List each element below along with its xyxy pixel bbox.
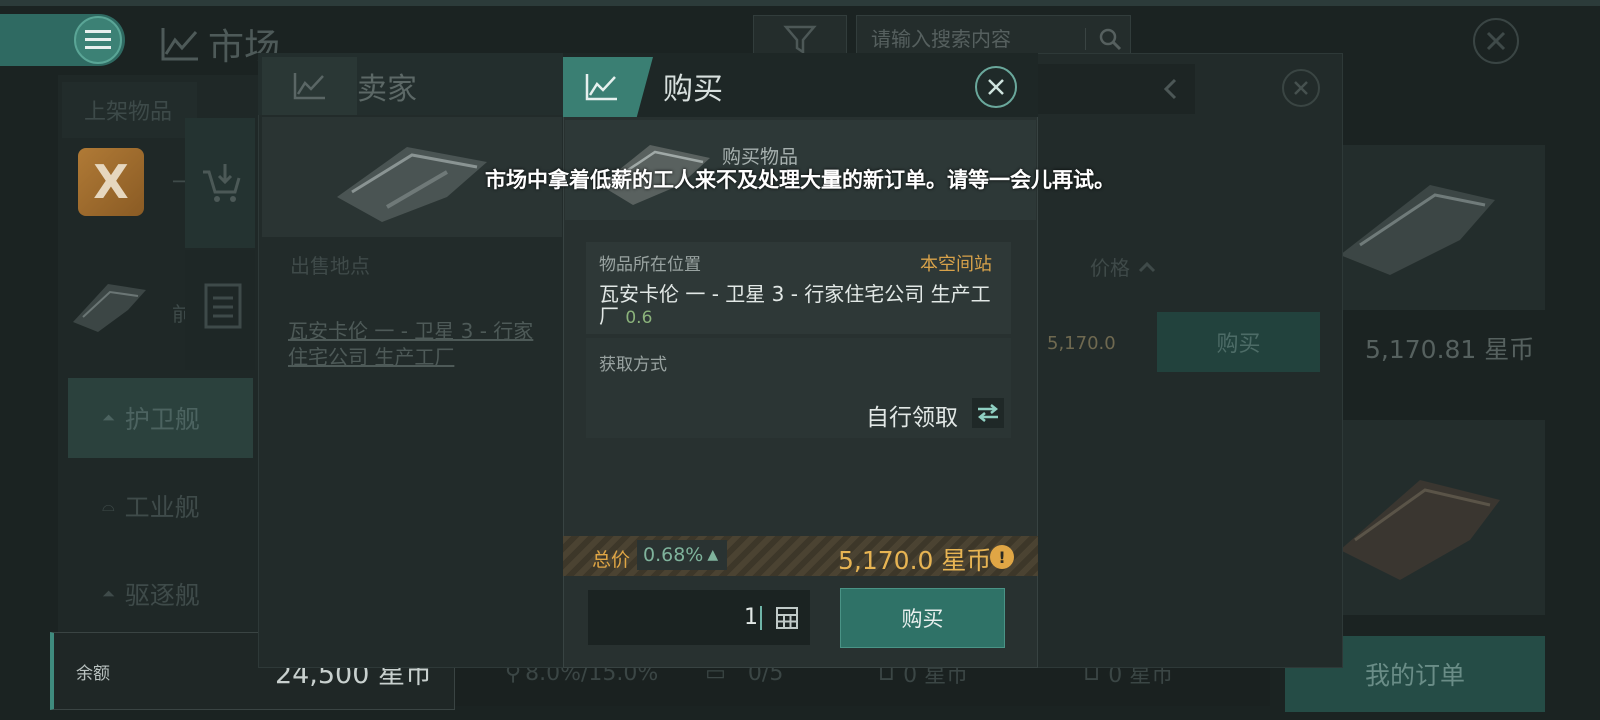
- total-value: 5,170.0 星币: [838, 546, 992, 575]
- close-icon: [1294, 81, 1308, 95]
- chart-icon: [161, 28, 198, 61]
- swap-icon: [977, 404, 999, 422]
- price-change: 0.68% ▲: [637, 540, 727, 570]
- search-input[interactable]: [869, 26, 1073, 52]
- chevron-left-icon: [1163, 78, 1177, 100]
- seller-col-price[interactable]: 价格: [1090, 252, 1156, 281]
- buy-button[interactable]: 购买: [840, 588, 1005, 648]
- balance-label: 余额: [76, 663, 110, 684]
- buy-close-button[interactable]: [975, 66, 1017, 108]
- search-divider: [1085, 28, 1086, 50]
- right-item-card[interactable]: [1320, 145, 1545, 310]
- side-tool-orders[interactable]: [185, 250, 255, 370]
- quantity-input[interactable]: [696, 604, 760, 631]
- seller-row-price: 5,170.0: [1047, 333, 1116, 354]
- toast-message: 市场中拿着低薪的工人来不及处理大量的新订单。请等一会儿再试。: [485, 168, 1115, 192]
- buy-dialog-title: 购买: [663, 72, 723, 107]
- text-caret: [760, 605, 762, 630]
- ship-icon: [73, 284, 146, 332]
- ship-icon: [1340, 480, 1500, 580]
- cart-download-icon: [203, 164, 241, 202]
- search-icon[interactable]: [1098, 27, 1122, 51]
- buy-item-label: 购买物品: [722, 146, 799, 168]
- chevron-up-icon: [1138, 261, 1156, 272]
- filter-icon: [783, 25, 817, 55]
- total-label: 总价: [592, 549, 631, 571]
- close-icon: [988, 79, 1004, 95]
- menu-button[interactable]: [74, 16, 122, 64]
- listed-items-header: 上架物品: [62, 82, 197, 138]
- seller-row-buy-button[interactable]: 购买: [1157, 312, 1320, 372]
- industrial-icon: ⌓: [102, 496, 115, 515]
- destroyer-icon: ⏶: [102, 584, 115, 603]
- location-name: 瓦安卡伦 一 - 卫星 3 - 行家住宅公司 生产工厂 0.6: [599, 282, 991, 328]
- right-item-price: 5,170.81 星币: [1365, 335, 1535, 364]
- location-tag: 本空间站: [920, 254, 992, 275]
- side-tool-cart[interactable]: [185, 118, 255, 248]
- warning-icon[interactable]: !: [990, 545, 1014, 569]
- seller-col-location: 出售地点: [290, 254, 370, 278]
- security-status: 0.6: [625, 308, 653, 328]
- quantity-field[interactable]: [588, 590, 810, 645]
- seller-nav-back[interactable]: [1020, 64, 1195, 114]
- right-item-card-2[interactable]: [1320, 420, 1545, 615]
- category-frigate[interactable]: ⏶ 护卫舰: [68, 378, 253, 458]
- seller-row-location[interactable]: 瓦安卡伦 一 - 卫星 3 - 行家住宅公司 生产工厂: [288, 318, 548, 370]
- category-destroyer[interactable]: ⏶ 驱逐舰: [68, 554, 253, 634]
- seller-tab[interactable]: [262, 57, 357, 115]
- chart-icon: [585, 74, 617, 101]
- location-label: 物品所在位置: [599, 255, 701, 275]
- ship-icon: [1340, 185, 1495, 275]
- chart-icon: [293, 73, 325, 100]
- acquire-value: 自行领取: [866, 405, 958, 431]
- close-icon: [1486, 31, 1506, 51]
- arrow-up-icon: ▲: [707, 547, 719, 563]
- acquire-label: 获取方式: [599, 355, 667, 375]
- seller-close-button[interactable]: [1282, 69, 1320, 107]
- market-close-button[interactable]: [1473, 18, 1519, 64]
- category-industrial[interactable]: ⌓ 工业舰: [68, 466, 253, 546]
- frigate-icon: ⏶: [102, 408, 115, 427]
- hamburger-icon: [85, 30, 111, 49]
- seller-dialog-title: 卖家: [357, 72, 417, 107]
- item-badge-x[interactable]: X: [78, 148, 144, 216]
- clipboard-icon: [204, 283, 242, 329]
- listed-ship-thumb[interactable]: [68, 272, 153, 342]
- calculator-icon[interactable]: [776, 606, 798, 629]
- top-edge: [0, 0, 1600, 6]
- acquire-swap-button[interactable]: [972, 398, 1004, 428]
